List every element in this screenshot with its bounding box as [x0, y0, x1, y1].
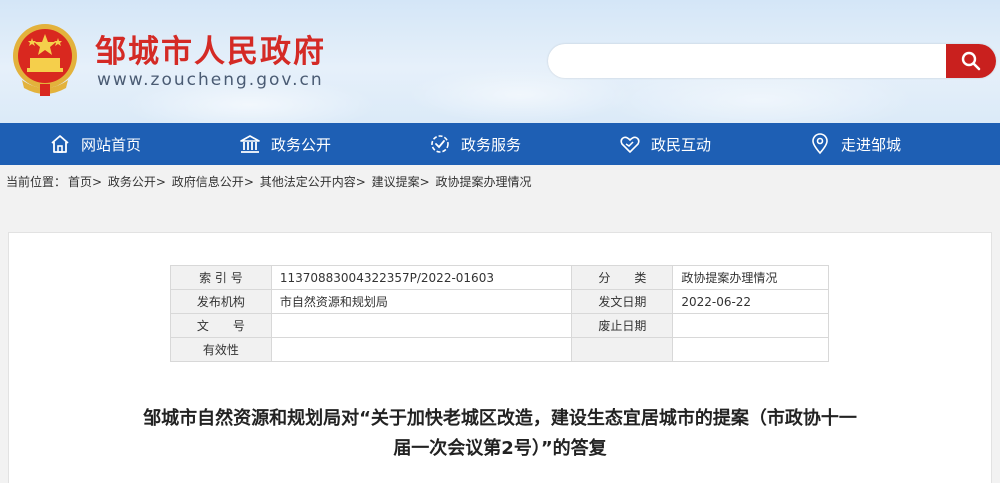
nav-label: 政务服务 — [460, 135, 521, 154]
meta-expire-value — [672, 313, 829, 338]
meta-category-value: 政协提案办理情况 — [672, 265, 829, 290]
meta-index-value: 11370883004322357P/2022-01603 — [270, 265, 573, 290]
meta-index-label: 索 引 号 — [170, 265, 272, 290]
meta-publisher-value: 市自然资源和规划局 — [270, 289, 573, 314]
meta-publisher-label: 发布机构 — [170, 289, 272, 314]
meta-docno-label: 文 号 — [170, 313, 272, 338]
table-row: 文 号 废止日期 — [170, 313, 829, 338]
national-emblem-icon — [13, 24, 77, 96]
nav-label: 走进邹城 — [840, 135, 901, 154]
search-icon — [961, 51, 981, 71]
search-box — [548, 44, 996, 78]
nav-item-interaction[interactable]: 政民互动 — [570, 123, 760, 165]
heart-handshake-icon — [620, 136, 640, 153]
meta-empty-label — [571, 337, 674, 362]
nav-item-gov-service[interactable]: 政务服务 — [380, 123, 570, 165]
meta-validity-value — [270, 337, 573, 362]
breadcrumb: 当前位置： 首页> 政务公开> 政府信息公开> 其他法定公开内容> 建议提案> 政… — [6, 175, 532, 189]
breadcrumb-item-home[interactable]: 首页 — [68, 175, 92, 189]
search-button[interactable] — [946, 44, 996, 78]
nav-item-about-city[interactable]: 走进邹城 — [760, 123, 950, 165]
main-nav: 网站首页 政务公开 政务服务 政民互动 走进邹城 — [0, 123, 1000, 165]
breadcrumb-item-gov-affairs[interactable]: 政务公开 — [108, 175, 156, 189]
location-pin-icon — [812, 133, 828, 155]
breadcrumb-item-info-public[interactable]: 政府信息公开 — [172, 175, 244, 189]
breadcrumb-prefix: 当前位置： — [6, 175, 67, 189]
document-title-line2: 届一次会议第2号）”的答复 — [393, 438, 607, 459]
government-building-icon — [240, 135, 260, 153]
nav-item-gov-affairs[interactable]: 政务公开 — [190, 123, 380, 165]
document-title: 邹城市自然资源和规划局对“关于加快老城区改造，建设生态宜居城市的提案（市政协十一… — [60, 404, 940, 464]
table-row: 发布机构 市自然资源和规划局 发文日期 2022-06-22 — [170, 289, 829, 314]
site-domain: www.zoucheng.gov.cn — [97, 70, 324, 90]
meta-date-label: 发文日期 — [571, 289, 674, 314]
search-input[interactable] — [562, 44, 932, 78]
site-header: 邹城市人民政府 www.zoucheng.gov.cn — [0, 0, 1000, 123]
nav-label: 政民互动 — [650, 135, 711, 154]
nav-item-home[interactable]: 网站首页 — [0, 123, 190, 165]
nav-label: 政务公开 — [270, 135, 331, 154]
breadcrumb-item-proposals[interactable]: 建议提案 — [372, 175, 420, 189]
breadcrumb-item-other[interactable]: 其他法定公开内容 — [260, 175, 356, 189]
meta-category-label: 分 类 — [571, 265, 674, 290]
document-meta-table: 索 引 号 11370883004322357P/2022-01603 分 类 … — [170, 265, 829, 362]
site-title: 邹城市人民政府 — [95, 34, 326, 70]
meta-validity-label: 有效性 — [170, 337, 272, 362]
document-title-line1: 邹城市自然资源和规划局对“关于加快老城区改造，建设生态宜居城市的提案（市政协十一 — [143, 408, 857, 429]
home-icon — [51, 135, 69, 153]
service-icon — [431, 135, 449, 153]
meta-date-value: 2022-06-22 — [672, 289, 829, 314]
meta-expire-label: 废止日期 — [571, 313, 674, 338]
table-row: 有效性 — [170, 337, 829, 362]
table-row: 索 引 号 11370883004322357P/2022-01603 分 类 … — [170, 265, 829, 290]
meta-docno-value — [270, 313, 573, 338]
meta-empty-value — [672, 337, 829, 362]
breadcrumb-item-cppcc[interactable]: 政协提案办理情况 — [435, 175, 531, 189]
nav-label: 网站首页 — [80, 135, 141, 154]
